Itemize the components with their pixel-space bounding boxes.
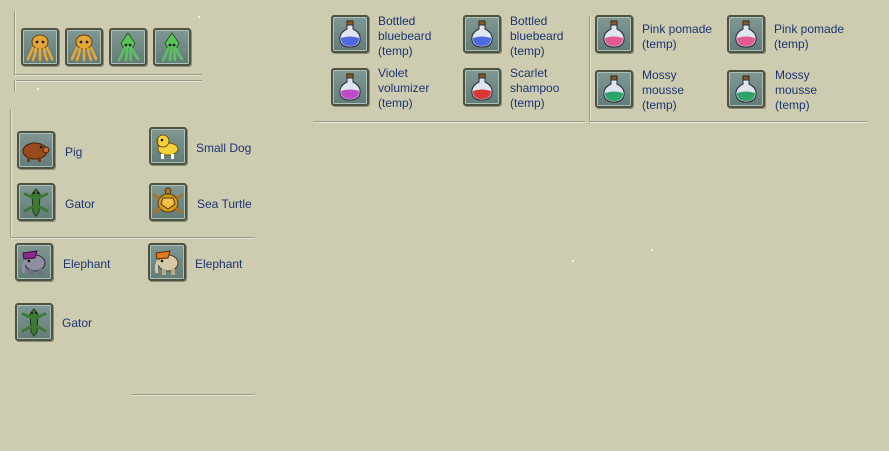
potion-pink-icon: [603, 20, 625, 48]
pet-label: Small Dog: [196, 141, 252, 155]
potion-scarlet-icon: [471, 73, 493, 101]
potion-label: Pink pomade (temp): [642, 22, 713, 51]
potion-slot[interactable]: [463, 15, 501, 53]
potion-label: Mossy mousse (temp): [642, 68, 685, 112]
potion-slot[interactable]: [727, 70, 765, 108]
divider-topleft-2: [14, 80, 202, 81]
pet-label: Gator: [65, 197, 96, 211]
potion-label: Violet volumizer (temp): [378, 66, 430, 110]
gator-icon: [23, 188, 49, 217]
pet-slot-elephant[interactable]: [15, 243, 53, 281]
divider-pets: [10, 237, 255, 238]
octopus-orange-icon: [70, 34, 98, 62]
pet-slot-pig[interactable]: [17, 131, 55, 169]
pet-label: Elephant: [63, 257, 111, 271]
pet-slot-gator[interactable]: [17, 183, 55, 221]
potion-slot[interactable]: [727, 15, 765, 53]
potion-green-icon: [603, 75, 625, 103]
elephant-orange-icon: [154, 250, 179, 275]
divider-v-topleft: [14, 10, 15, 74]
potion-green-icon: [735, 75, 757, 103]
potion-blue-icon: [339, 20, 361, 48]
potion-slot[interactable]: [463, 68, 501, 106]
squid-green-icon: [117, 32, 140, 62]
potion-blue-icon: [471, 20, 493, 48]
potion-label: Bottled bluebeard (temp): [378, 14, 432, 58]
inventory-slot[interactable]: [153, 28, 191, 66]
potion-pink-icon: [735, 20, 757, 48]
divider-v-topleft-2: [14, 80, 15, 92]
inventory-slot[interactable]: [109, 28, 147, 66]
speck: [37, 88, 39, 90]
divider-v-pets: [10, 110, 11, 240]
speck: [198, 16, 200, 18]
speck: [651, 249, 653, 251]
divider-potions-right: [589, 121, 867, 122]
potion-slot[interactable]: [331, 68, 369, 106]
pet-label: Pig: [65, 145, 83, 159]
potion-violet-icon: [339, 73, 361, 101]
pet-slot-elephant[interactable]: [148, 243, 186, 281]
speck: [572, 260, 574, 262]
potion-label: Mossy mousse (temp): [775, 68, 818, 112]
elephant-purple-icon: [21, 250, 46, 275]
pet-slot-gator[interactable]: [15, 303, 53, 341]
pet-slot-small-dog[interactable]: [149, 127, 187, 165]
pet-slot-sea-turtle[interactable]: [149, 183, 187, 221]
pig-icon: [22, 142, 50, 162]
divider-pets-bottom: [131, 394, 255, 395]
inventory-slot[interactable]: [21, 28, 59, 66]
divider-topleft-1: [14, 74, 202, 75]
potion-slot[interactable]: [595, 70, 633, 108]
potion-label: Scarlet shampoo (temp): [510, 66, 560, 110]
divider-potions-left: [313, 121, 585, 122]
potion-label: Pink pomade (temp): [774, 22, 845, 51]
pet-label: Gator: [62, 316, 93, 330]
potion-slot[interactable]: [331, 15, 369, 53]
potion-label: Bottled bluebeard (temp): [510, 14, 564, 58]
octopus-orange-icon: [26, 34, 54, 62]
potion-slot[interactable]: [595, 15, 633, 53]
pet-label: Elephant: [195, 257, 243, 271]
small-dog-icon: [156, 134, 179, 159]
squid-green-icon: [161, 32, 184, 62]
gator-icon: [21, 308, 47, 337]
inventory-slot[interactable]: [65, 28, 103, 66]
sea-turtle-icon: [152, 187, 184, 214]
pet-label: Sea Turtle: [197, 197, 252, 211]
